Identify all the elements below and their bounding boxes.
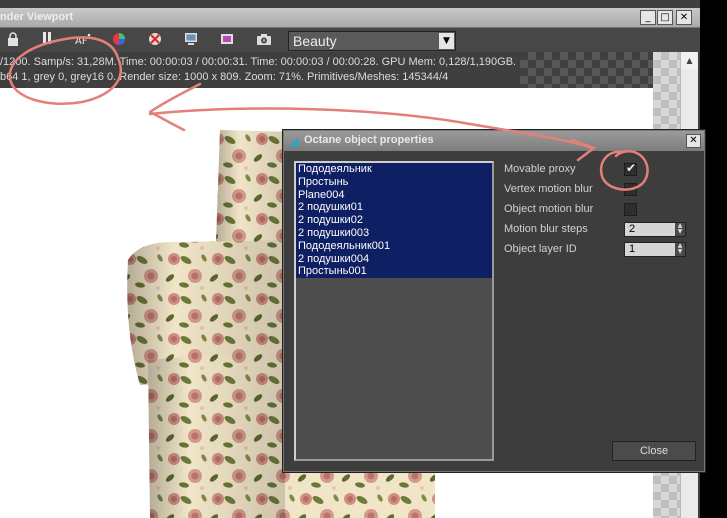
movable-proxy-label: Movable proxy — [504, 163, 576, 175]
checkmark-icon: ✔ — [626, 161, 637, 175]
list-item[interactable]: Plane004 — [296, 188, 492, 202]
monitor-icon[interactable] — [182, 32, 200, 48]
spinner-arrows-icon[interactable]: ▲ ▼ — [675, 243, 685, 256]
list-item[interactable]: 2 подушки004 — [296, 252, 492, 266]
status-line-info: b64 1, grey 0, grey16 0. Render size: 10… — [0, 71, 449, 83]
camera-icon[interactable] — [255, 32, 273, 48]
object-motion-blur-checkbox[interactable] — [624, 203, 637, 216]
octane-logo-icon: ◢ — [289, 134, 299, 148]
list-item[interactable]: 2 подушки01 — [296, 201, 492, 215]
viewport-toolbar: AF Beauty ▼ — [0, 28, 700, 52]
object-motion-blur-label: Object motion blur — [504, 203, 594, 215]
motion-blur-steps-value[interactable]: 2 — [629, 223, 635, 236]
status-line-stats: /1200. Samp/s: 31,28M. Time: 00:00:03 / … — [0, 56, 517, 68]
render-pass-value: Beauty — [293, 33, 337, 49]
scroll-up-icon[interactable]: ▲ — [681, 52, 698, 69]
list-item[interactable]: Простынь — [296, 175, 492, 189]
dialog-close-button[interactable]: ✕ — [686, 134, 701, 148]
pause-icon[interactable] — [38, 32, 56, 48]
list-item[interactable]: 2 подушки003 — [296, 226, 492, 240]
render-pass-select[interactable]: Beauty ▼ — [288, 31, 456, 51]
movable-proxy-checkbox[interactable]: ✔ — [624, 161, 637, 176]
object-layer-id-label: Object layer ID — [504, 243, 577, 255]
motion-blur-steps-spinner[interactable]: 2 ▲ ▼ — [624, 222, 686, 237]
vertex-motion-blur-label: Vertex motion blur — [504, 183, 593, 195]
autofocus-icon[interactable]: AF — [74, 32, 92, 48]
close-button[interactable]: Close — [612, 441, 696, 461]
dialog-title: Octane object properties — [304, 134, 434, 146]
clear-render-icon[interactable] — [146, 32, 164, 48]
motion-blur-steps-label: Motion blur steps — [504, 223, 588, 235]
svg-text:AF: AF — [75, 36, 88, 46]
list-item[interactable]: 2 подушки02 — [296, 214, 492, 227]
viewport-title: nder Viewport — [0, 11, 74, 23]
viewport-titlebar[interactable]: nder Viewport _ □ ✕ — [0, 8, 700, 28]
chevron-down-icon[interactable]: ▼ — [439, 33, 454, 49]
vertex-motion-blur-checkbox[interactable] — [624, 183, 637, 196]
object-layer-id-spinner[interactable]: 1 ▲ ▼ — [624, 242, 686, 257]
list-item[interactable]: Пододеяльник001 — [296, 239, 492, 253]
minimize-button[interactable]: _ — [640, 10, 656, 25]
film-region-icon[interactable] — [218, 32, 236, 48]
object-list[interactable]: Пододеяльник Простынь Plane004 2 подушки… — [294, 161, 494, 461]
octane-object-properties-dialog: ◢ Octane object properties ✕ Пододеяльни… — [283, 130, 705, 472]
lock-icon[interactable] — [4, 32, 22, 48]
close-window-button[interactable]: ✕ — [676, 10, 692, 25]
list-item[interactable]: Простынь001 — [296, 265, 492, 279]
color-picker-icon[interactable] — [110, 32, 128, 48]
object-layer-id-value[interactable]: 1 — [629, 243, 635, 256]
list-item[interactable]: Пододеяльник — [296, 163, 492, 176]
spinner-arrows-icon[interactable]: ▲ ▼ — [675, 223, 685, 236]
maximize-button[interactable]: □ — [657, 10, 673, 25]
dialog-titlebar[interactable]: ◢ Octane object properties ✕ — [284, 131, 704, 151]
